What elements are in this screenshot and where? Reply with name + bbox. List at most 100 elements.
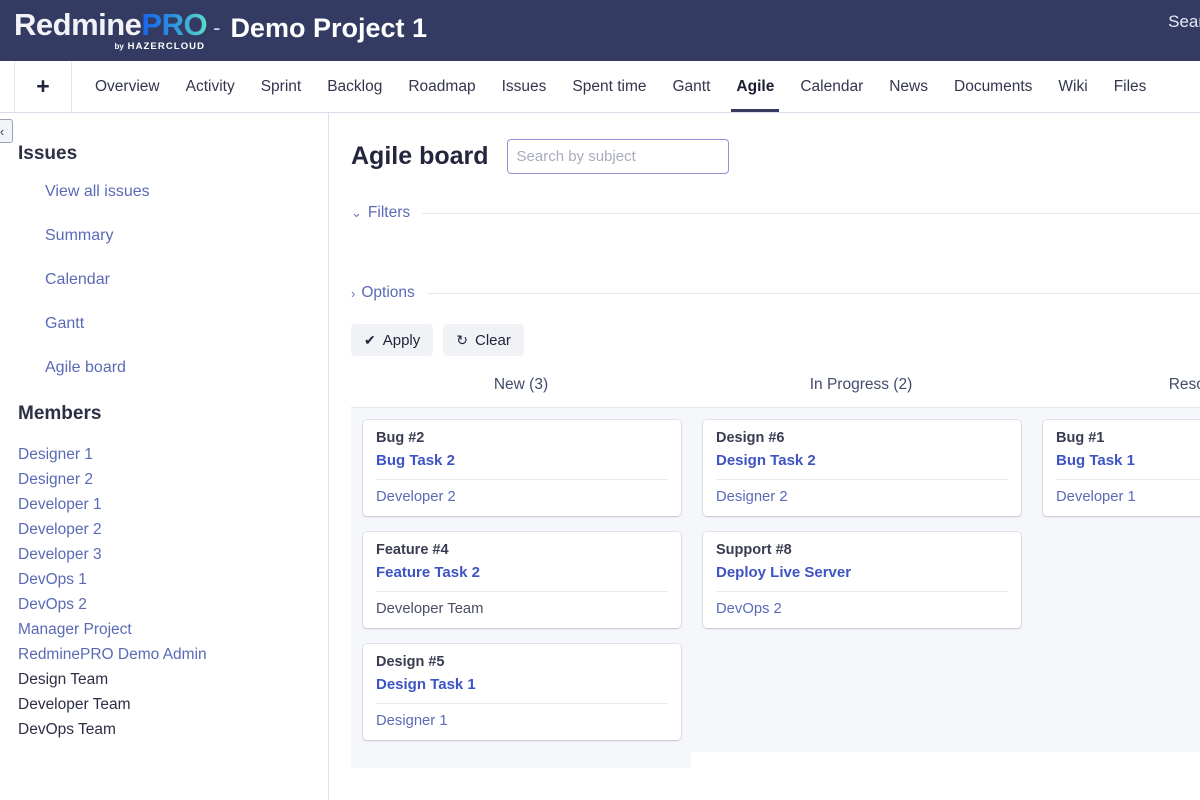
- issue-card-assignee[interactable]: Designer 2: [716, 489, 1008, 505]
- sidebar-heading-issues: Issues: [18, 143, 78, 164]
- sidebar-item-gantt[interactable]: Gantt: [45, 315, 328, 333]
- chevron-down-icon: ⌄: [351, 205, 362, 220]
- header-search-link[interactable]: Search: [1168, 12, 1200, 32]
- issue-card-subject[interactable]: Design Task 2: [716, 452, 1008, 469]
- logo-text-pro: PRO: [141, 7, 208, 43]
- member-link[interactable]: DevOps 2: [18, 592, 328, 617]
- page-title: Agile board: [351, 142, 489, 170]
- issue-card[interactable]: Feature #4 Feature Task 2 Developer Team: [363, 532, 681, 628]
- issue-card-divider: [376, 703, 668, 704]
- issue-card-subject[interactable]: Bug Task 2: [376, 452, 668, 469]
- sidebar-item-summary[interactable]: Summary: [45, 227, 328, 245]
- tab-sprint[interactable]: Sprint: [248, 61, 315, 112]
- kanban-column-body[interactable]: Bug #1 Bug Task 1 Developer 1: [1031, 407, 1200, 752]
- kanban-column: New (3) Bug #2 Bug Task 2 Developer 2 Featur…: [351, 376, 691, 768]
- kanban-column-body[interactable]: Bug #2 Bug Task 2 Developer 2 Feature #4 Fea…: [351, 407, 691, 768]
- logo-wordmark: RedminePRO: [14, 7, 208, 43]
- project-nav-bar: + Overview Activity Sprint Backlog Roadmap Is…: [0, 61, 1200, 113]
- member-link[interactable]: Designer 1: [18, 442, 328, 467]
- tab-files[interactable]: Files: [1101, 61, 1160, 112]
- issue-card[interactable]: Bug #2 Bug Task 2 Developer 2: [363, 420, 681, 516]
- board-header-row: Agile board: [351, 139, 1200, 174]
- add-button[interactable]: +: [14, 61, 72, 112]
- tab-spent-time[interactable]: Spent time: [559, 61, 659, 112]
- nav-tab-list: Overview Activity Sprint Backlog Roadmap Issu…: [82, 61, 1159, 112]
- sidebar-heading-members: Members: [18, 403, 102, 424]
- logo-tagline-by: by: [114, 42, 124, 52]
- issue-card-subject[interactable]: Feature Task 2: [376, 564, 668, 581]
- options-toggle[interactable]: › Options: [351, 284, 1200, 302]
- kanban-column-header: Resolved: [1168, 376, 1200, 393]
- issue-card[interactable]: Support #8 Deploy Live Server DevOps 2: [703, 532, 1021, 628]
- redminepro-logo[interactable]: RedminePRO by HAZERCLOUD: [14, 7, 208, 52]
- member-link[interactable]: Manager Project: [18, 617, 328, 642]
- issue-card-subject[interactable]: Deploy Live Server: [716, 564, 1008, 581]
- issue-card-assignee[interactable]: Designer 1: [376, 713, 668, 729]
- sidebar-issue-links: View all issues Summary Calendar Gantt Agile…: [0, 183, 328, 377]
- apply-button-label: Apply: [382, 331, 421, 349]
- issue-card-divider: [376, 479, 668, 480]
- issue-card-divider: [376, 591, 668, 592]
- issue-card-divider: [716, 591, 1008, 592]
- filters-toggle[interactable]: ⌄ Filters: [351, 204, 1200, 222]
- clear-button-label: Clear: [475, 331, 511, 349]
- issue-card-subject[interactable]: Bug Task 1: [1056, 452, 1200, 469]
- search-input[interactable]: [506, 139, 729, 174]
- tab-calendar[interactable]: Calendar: [787, 61, 876, 112]
- issue-card-assignee[interactable]: Developer 2: [376, 489, 668, 505]
- member-link[interactable]: Developer 1: [18, 492, 328, 517]
- issue-card[interactable]: Bug #1 Bug Task 1 Developer 1: [1043, 420, 1200, 516]
- logo-tagline-brand: HAZERCLOUD: [127, 41, 206, 53]
- action-buttons: ✔ Apply ↻ Clear: [351, 324, 1200, 356]
- issue-card-type: Support #8: [716, 542, 792, 558]
- options-rule: [426, 292, 1200, 294]
- member-label: DevOps Team: [18, 721, 116, 738]
- kanban-column: In Progress (2) Design #6 Design Task 2 Des…: [691, 376, 1031, 768]
- filters-label: Filters: [367, 204, 411, 221]
- tab-wiki[interactable]: Wiki: [1045, 61, 1100, 112]
- issue-card-assignee[interactable]: DevOps 2: [716, 601, 1008, 617]
- clear-button[interactable]: ↻ Clear: [443, 324, 524, 356]
- issue-card-assignee: Developer Team: [376, 601, 484, 617]
- logo-tagline: by HAZERCLOUD: [115, 42, 206, 52]
- project-title: Demo Project 1: [230, 13, 428, 43]
- issue-card-assignee[interactable]: Developer 1: [1056, 489, 1200, 505]
- kanban-column-header: In Progress (2): [809, 376, 913, 393]
- tab-roadmap[interactable]: Roadmap: [395, 61, 488, 112]
- apply-button[interactable]: ✔ Apply: [351, 324, 434, 356]
- kanban-column-header: New (3): [493, 376, 549, 393]
- header-separator: -: [213, 14, 221, 40]
- tab-backlog[interactable]: Backlog: [314, 61, 395, 112]
- app-header: RedminePRO by HAZERCLOUD - Demo Project …: [0, 0, 1200, 61]
- tab-overview[interactable]: Overview: [82, 61, 173, 112]
- issue-card[interactable]: Design #6 Design Task 2 Designer 2: [703, 420, 1021, 516]
- issue-card[interactable]: Design #5 Design Task 1 Designer 1: [363, 644, 681, 740]
- issue-card-type: Bug #2: [376, 430, 425, 446]
- tab-issues[interactable]: Issues: [489, 61, 560, 112]
- member-label: Design Team: [18, 671, 109, 688]
- tab-agile[interactable]: Agile: [723, 61, 787, 112]
- kanban-column-body[interactable]: Design #6 Design Task 2 Designer 2 Support …: [691, 407, 1031, 752]
- member-link[interactable]: Designer 2: [18, 467, 328, 492]
- check-icon: ✔: [364, 332, 376, 348]
- tab-gantt[interactable]: Gantt: [660, 61, 724, 112]
- member-link[interactable]: DevOps 1: [18, 567, 328, 592]
- tab-activity[interactable]: Activity: [173, 61, 248, 112]
- sidebar-item-calendar[interactable]: Calendar: [45, 271, 328, 289]
- kanban-column: Resolved Bug #1 Bug Task 1 Developer 1: [1031, 376, 1200, 768]
- sidebar-collapse-icon[interactable]: ‹: [0, 119, 13, 143]
- member-link[interactable]: RedminePRO Demo Admin: [18, 642, 328, 667]
- issue-card-subject[interactable]: Design Task 1: [376, 676, 668, 693]
- member-label: Developer Team: [18, 696, 131, 713]
- logo-text-redmine: Redmine: [14, 7, 142, 43]
- member-link[interactable]: Developer 3: [18, 542, 328, 567]
- member-link[interactable]: Developer 2: [18, 517, 328, 542]
- sidebar-item-view-all-issues[interactable]: View all issues: [45, 183, 328, 201]
- tab-news[interactable]: News: [876, 61, 941, 112]
- main-content: Agile board ⌄ Filters › Options ✔ Apply …: [329, 113, 1200, 800]
- sidebar-item-agile-board[interactable]: Agile board: [45, 359, 328, 377]
- tab-documents[interactable]: Documents: [941, 61, 1045, 112]
- sidebar: ‹ Issues View all issues Summary Calendar G…: [0, 113, 329, 800]
- issue-card-divider: [1056, 479, 1200, 480]
- issue-card-type: Bug #1: [1056, 430, 1105, 446]
